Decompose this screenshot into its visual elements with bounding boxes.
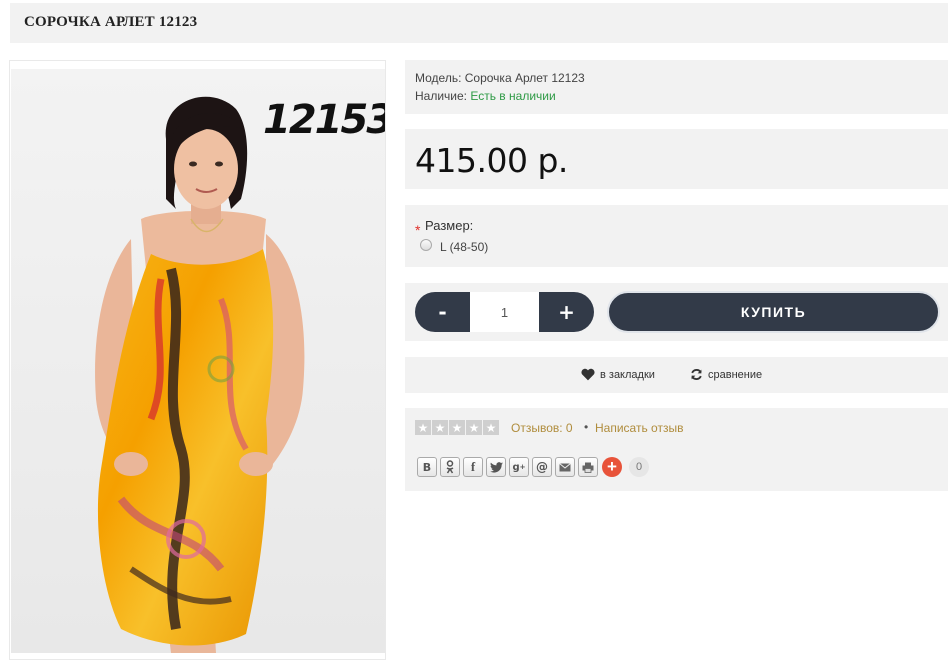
- model-value: Сорочка Арлет 12123: [464, 71, 585, 85]
- add-to-compare-link[interactable]: сравнение: [690, 368, 762, 381]
- share-count-badge: 0: [629, 457, 649, 477]
- add-to-wishlist-link[interactable]: в закладки: [581, 368, 655, 381]
- rating-stars: ★ ★ ★ ★ ★: [415, 420, 499, 435]
- price-panel: 415.00 р.: [405, 129, 948, 189]
- buy-button[interactable]: КУПИТЬ: [607, 291, 940, 333]
- share-buttons: В f g + @ + 0: [417, 457, 649, 477]
- twitter-icon[interactable]: [486, 457, 506, 477]
- size-radio-button[interactable]: [420, 239, 432, 251]
- odnoklassniki-icon[interactable]: [440, 457, 460, 477]
- compare-label: сравнение: [708, 368, 763, 381]
- stock-label: Наличие:: [415, 89, 468, 103]
- stock-status: Есть в наличии: [470, 89, 556, 103]
- quantity-increase-button[interactable]: +: [539, 292, 594, 332]
- write-review-link[interactable]: Написать отзыв: [595, 421, 683, 435]
- heart-icon: [581, 368, 595, 381]
- quantity-decrease-button[interactable]: -: [415, 292, 470, 332]
- model-label: Модель:: [415, 71, 462, 85]
- star-icon: ★: [449, 420, 465, 435]
- stock-row: Наличие: Есть в наличии: [415, 89, 556, 103]
- page-title-bar: СОРОЧКА АРЛЕТ 12123: [10, 3, 948, 43]
- add-to-cart-panel: - + КУПИТЬ: [405, 283, 948, 341]
- wishlist-label: в закладки: [600, 368, 655, 381]
- vk-icon[interactable]: В: [417, 457, 437, 477]
- star-icon: ★: [432, 420, 448, 435]
- page-title: СОРОЧКА АРЛЕТ 12123: [24, 14, 198, 30]
- refresh-icon: [691, 369, 702, 380]
- mail-ru-icon[interactable]: @: [532, 457, 552, 477]
- reviews-panel: ★ ★ ★ ★ ★ Отзывов: 0 • Написать отзыв В …: [405, 408, 948, 491]
- star-icon: ★: [483, 420, 499, 435]
- product-image-number: 12153: [263, 97, 385, 143]
- product-image-frame[interactable]: 12153: [9, 60, 386, 660]
- product-photo[interactable]: 12153: [11, 69, 385, 653]
- size-option-panel: * Размер: L (48-50): [405, 205, 948, 267]
- separator-dot: •: [584, 420, 589, 434]
- required-mark: *: [415, 222, 421, 238]
- print-icon[interactable]: [578, 457, 598, 477]
- facebook-icon[interactable]: f: [463, 457, 483, 477]
- quantity-input[interactable]: [470, 292, 539, 332]
- email-icon[interactable]: [555, 457, 575, 477]
- product-photo-illustration: [95, 96, 305, 653]
- share-more-button[interactable]: +: [602, 457, 622, 477]
- star-icon: ★: [415, 420, 431, 435]
- model-row: Модель: Сорочка Арлет 12123: [415, 71, 585, 85]
- product-info-panel: Модель: Сорочка Арлет 12123 Наличие: Ест…: [405, 60, 948, 114]
- size-radio-label[interactable]: L (48-50): [440, 240, 488, 254]
- size-option-label: Размер:: [425, 218, 474, 233]
- product-actions-panel: в закладки сравнение: [405, 357, 948, 393]
- google-plus-icon[interactable]: g +: [509, 457, 529, 477]
- reviews-count-link[interactable]: Отзывов: 0: [511, 421, 573, 435]
- product-price: 415.00 р.: [415, 141, 568, 180]
- star-icon: ★: [466, 420, 482, 435]
